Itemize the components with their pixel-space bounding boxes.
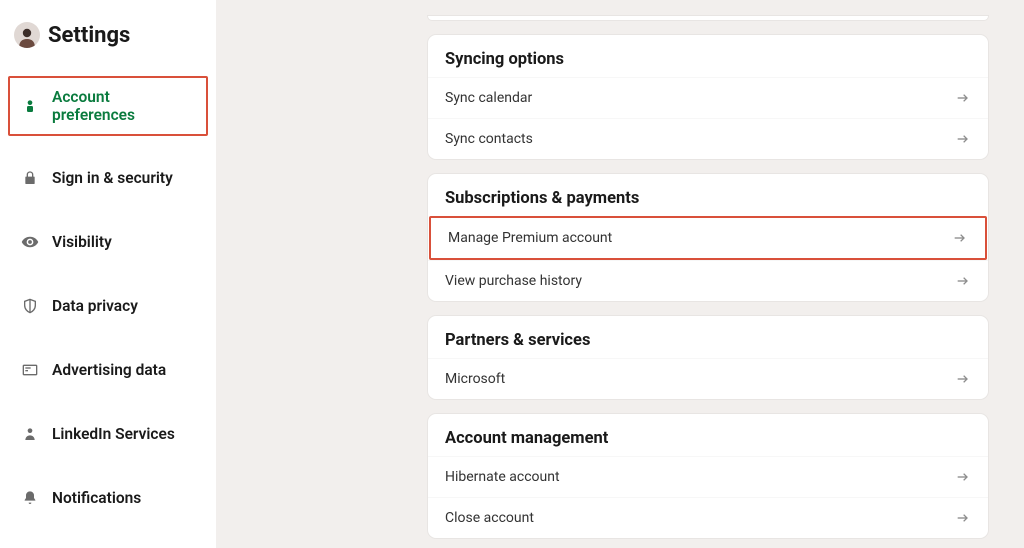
card-partners-services: Partners & services Microsoft (428, 316, 988, 399)
page-title: Settings (48, 23, 130, 48)
card-heading: Account management (428, 414, 988, 456)
arrow-right-icon (952, 230, 968, 246)
arrow-right-icon (955, 131, 971, 147)
row-label: Sync contacts (445, 131, 533, 147)
eye-icon (20, 232, 40, 252)
card-previous-stub (428, 16, 988, 20)
row-microsoft[interactable]: Microsoft (428, 358, 988, 399)
row-close-account[interactable]: Close account (428, 497, 988, 538)
row-label: Close account (445, 510, 534, 526)
nav-item-visibility[interactable]: Visibility (8, 220, 208, 264)
row-hibernate-account[interactable]: Hibernate account (428, 456, 988, 497)
row-label: Sync calendar (445, 90, 532, 106)
nav-label: Sign in & security (52, 169, 173, 187)
nav-label: Data privacy (52, 297, 138, 315)
card-subscriptions-payments: Subscriptions & payments Manage Premium … (428, 174, 988, 301)
card-heading: Partners & services (428, 316, 988, 358)
card-account-management: Account management Hibernate account Clo… (428, 414, 988, 538)
nav-label: Visibility (52, 233, 112, 251)
nav-item-account-preferences[interactable]: Account preferences (8, 76, 208, 136)
person-small-icon (20, 424, 40, 444)
lock-icon (20, 168, 40, 188)
nav-label: LinkedIn Services (52, 425, 175, 443)
avatar[interactable] (14, 22, 40, 48)
arrow-right-icon (955, 371, 971, 387)
sidebar-header: Settings (0, 22, 216, 60)
nav-item-advertising-data[interactable]: Advertising data (8, 348, 208, 392)
card-heading: Subscriptions & payments (428, 174, 988, 216)
row-sync-contacts[interactable]: Sync contacts (428, 118, 988, 159)
row-label: View purchase history (445, 273, 582, 289)
row-view-purchase-history[interactable]: View purchase history (428, 260, 988, 301)
main-content: Syncing options Sync calendar Sync conta… (216, 0, 1024, 548)
arrow-right-icon (955, 90, 971, 106)
row-sync-calendar[interactable]: Sync calendar (428, 77, 988, 118)
ad-icon (20, 360, 40, 380)
arrow-right-icon (955, 469, 971, 485)
row-label: Microsoft (445, 371, 505, 387)
arrow-right-icon (955, 510, 971, 526)
card-syncing-options: Syncing options Sync calendar Sync conta… (428, 35, 988, 159)
nav-label: Advertising data (52, 361, 166, 379)
nav: Account preferences Sign in & security V… (0, 60, 216, 520)
nav-label: Account preferences (52, 88, 196, 124)
main-inner: Syncing options Sync calendar Sync conta… (428, 16, 988, 538)
shield-icon (20, 296, 40, 316)
person-icon (20, 96, 40, 116)
row-label: Manage Premium account (448, 230, 612, 246)
nav-item-notifications[interactable]: Notifications (8, 476, 208, 520)
nav-item-data-privacy[interactable]: Data privacy (8, 284, 208, 328)
bell-icon (20, 488, 40, 508)
row-label: Hibernate account (445, 469, 560, 485)
nav-label: Notifications (52, 489, 141, 507)
nav-item-linkedin-services[interactable]: LinkedIn Services (8, 412, 208, 456)
row-manage-premium[interactable]: Manage Premium account (429, 216, 987, 260)
arrow-right-icon (955, 273, 971, 289)
card-heading: Syncing options (428, 35, 988, 77)
nav-item-sign-in-security[interactable]: Sign in & security (8, 156, 208, 200)
sidebar: Settings Account preferences Sign in & s… (0, 0, 216, 548)
